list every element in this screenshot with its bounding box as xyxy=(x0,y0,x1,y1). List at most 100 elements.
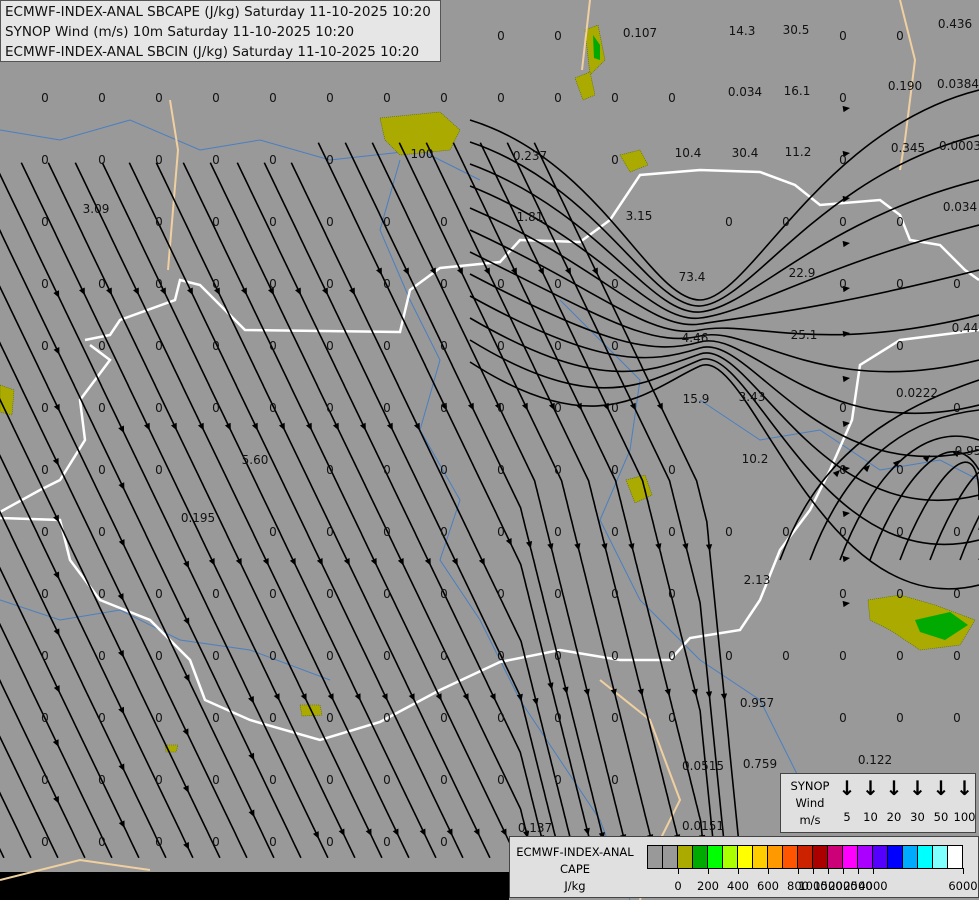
wind-speed-label: 20 xyxy=(886,810,902,824)
cape-legend-unit: J/kg xyxy=(564,879,586,893)
cin-zero-label: 0 xyxy=(497,401,505,415)
cin-zero-label: 0 xyxy=(155,773,163,787)
cin-zero-label: 0 xyxy=(383,463,391,477)
cape-tick-mark xyxy=(858,868,859,874)
cape-legend-title: ECMWF-INDEX-ANAL xyxy=(516,845,634,859)
cin-zero-label: 0 xyxy=(41,277,49,291)
cin-value-label: 30.4 xyxy=(732,146,759,160)
cin-value-label: 0.957 xyxy=(740,696,774,710)
cin-zero-label: 0 xyxy=(269,711,277,725)
down-arrow-icon: ↓ xyxy=(956,776,973,800)
cin-zero-label: 0 xyxy=(98,91,106,105)
cin-zero-label: 0 xyxy=(326,835,334,849)
cin-zero-label: 0 xyxy=(896,463,904,477)
cin-zero-label: 0 xyxy=(440,525,448,539)
cin-value-label: 10.2 xyxy=(742,452,769,466)
cin-zero-label: 0 xyxy=(41,587,49,601)
cin-zero-label: 0 xyxy=(212,153,220,167)
cin-zero-label: 0 xyxy=(326,649,334,663)
cape-color-swatch xyxy=(918,846,933,868)
cape-color-swatch xyxy=(783,846,798,868)
title-sbcin: ECMWF-INDEX-ANAL SBCIN (J/kg) Saturday 1… xyxy=(5,44,420,60)
cin-zero-label: 0 xyxy=(953,525,961,539)
cin-zero-label: 0 xyxy=(155,401,163,415)
cin-zero-label: 0 xyxy=(839,215,847,229)
cin-zero-label: 0 xyxy=(554,339,562,353)
cin-value-label: 2.13 xyxy=(744,573,771,587)
cin-zero-label: 0 xyxy=(269,773,277,787)
cin-value-label: 3.43 xyxy=(739,390,766,404)
cin-zero-label: 0 xyxy=(155,463,163,477)
cin-zero-label: 0 xyxy=(668,463,676,477)
cin-zero-label: 0 xyxy=(497,587,505,601)
cin-zero-label: 0 xyxy=(383,649,391,663)
cin-value-label: 0.034 xyxy=(728,85,762,99)
cape-tick-mark xyxy=(828,868,829,874)
cin-zero-label: 0 xyxy=(98,153,106,167)
cape-color-swatch xyxy=(723,846,738,868)
synop-wind-legend: SYNOP Wind m/s ↓ 5 ↓ 10 ↓ 20 ↓ 30 ↓ 50 ↓ 100 xyxy=(780,773,976,833)
cin-zero-label: 0 xyxy=(611,587,619,601)
cin-zero-label: 0 xyxy=(212,773,220,787)
cin-zero-label: 0 xyxy=(98,277,106,291)
cin-zero-label: 0 xyxy=(440,587,448,601)
cin-zero-label: 0 xyxy=(896,215,904,229)
cape-tick-mark xyxy=(798,868,799,874)
cin-zero-label: 0 xyxy=(440,91,448,105)
cin-zero-label: 0 xyxy=(839,91,847,105)
cin-value-label: 4.46 xyxy=(682,331,709,345)
cin-zero-label: 0 xyxy=(440,773,448,787)
cin-zero-label: 0 xyxy=(212,401,220,415)
cin-zero-label: 0 xyxy=(839,153,847,167)
cape-color-swatch xyxy=(663,846,678,868)
cin-zero-label: 0 xyxy=(782,525,790,539)
cin-zero-label: 0 xyxy=(953,711,961,725)
cin-zero-label: 0 xyxy=(155,835,163,849)
cape-tick-mark xyxy=(708,868,709,874)
cin-zero-label: 0 xyxy=(269,215,277,229)
cin-zero-label: 0 xyxy=(554,463,562,477)
cin-zero-label: 0 xyxy=(383,339,391,353)
cin-zero-label: 0 xyxy=(212,339,220,353)
cin-value-label: 0.95 xyxy=(955,444,979,458)
down-arrow-icon: ↓ xyxy=(932,776,950,800)
cin-zero-label: 0 xyxy=(212,91,220,105)
cin-zero-label: 0 xyxy=(668,525,676,539)
cin-value-label: 16.1 xyxy=(784,84,811,98)
cin-zero-label: 0 xyxy=(611,649,619,663)
cin-value-label: 22.9 xyxy=(789,266,816,280)
cin-zero-label: 0 xyxy=(269,91,277,105)
cape-tick-mark xyxy=(813,868,814,874)
cape-color-legend: ECMWF-INDEX-ANAL CAPE J/kg 0 200 400 600 800… xyxy=(509,836,979,898)
cin-zero-label: 0 xyxy=(896,29,904,43)
cin-zero-label: 0 xyxy=(98,649,106,663)
cin-zero-label: 0 xyxy=(155,153,163,167)
cin-zero-label: 0 xyxy=(41,649,49,663)
cin-zero-label: 0 xyxy=(269,835,277,849)
cin-zero-label: 0 xyxy=(839,401,847,415)
cin-zero-label: 0 xyxy=(839,525,847,539)
cape-tick-label: 6000 xyxy=(948,879,978,893)
down-arrow-icon: ↓ xyxy=(862,776,879,800)
cin-zero-label: 0 xyxy=(896,277,904,291)
cin-zero-label: 0 xyxy=(497,463,505,477)
cin-value-label: 0.0515 xyxy=(682,759,724,773)
cin-zero-label: 0 xyxy=(554,587,562,601)
cape-color-swatch xyxy=(708,846,723,868)
cin-zero-label: 0 xyxy=(668,587,676,601)
cin-zero-label: 0 xyxy=(269,649,277,663)
cin-value-label: 10.4 xyxy=(675,146,702,160)
weather-map[interactable]: 0.107 14.3 30.5 0.436 0.034 16.1 0.190 0.0384 10… xyxy=(0,0,979,900)
cin-zero-label: 0 xyxy=(611,525,619,539)
cin-zero-label: 0 xyxy=(41,153,49,167)
cape-tick-mark xyxy=(843,868,844,874)
cin-zero-label: 0 xyxy=(953,649,961,663)
cin-zero-label: 0 xyxy=(155,649,163,663)
cin-zero-label: 0 xyxy=(554,773,562,787)
cin-zero-label: 0 xyxy=(212,835,220,849)
cin-value-label: 30.5 xyxy=(783,23,810,37)
cape-color-swatch xyxy=(813,846,828,868)
cin-value-label: 0.0151 xyxy=(682,819,724,833)
cin-zero-label: 0 xyxy=(212,587,220,601)
cin-zero-label: 0 xyxy=(383,215,391,229)
